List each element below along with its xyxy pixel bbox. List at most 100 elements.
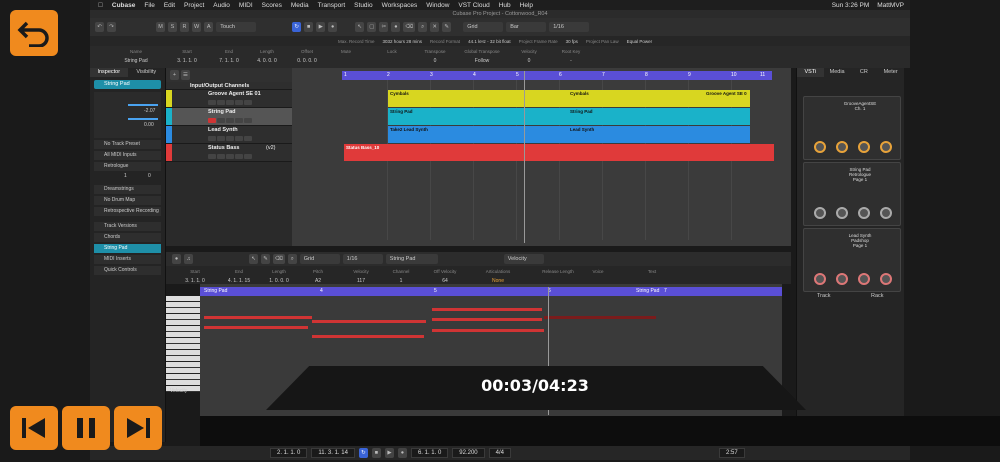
tempo-display[interactable]: 92.200 xyxy=(452,448,485,458)
quantize-select[interactable]: 1/16 xyxy=(549,22,590,32)
transport-cycle-button[interactable]: ↻ xyxy=(358,448,368,458)
volume-slider[interactable] xyxy=(128,104,158,106)
editor-erase-tool[interactable]: ⌫ xyxy=(273,254,285,264)
midi-part[interactable]: String Pad xyxy=(388,108,568,125)
next-button[interactable] xyxy=(114,406,162,450)
menu-midi[interactable]: MIDI xyxy=(239,2,253,9)
bank-value[interactable]: 0 xyxy=(148,173,151,179)
undo-button[interactable]: ↶ xyxy=(95,22,104,32)
tab-meter[interactable]: Meter xyxy=(877,68,904,77)
lead-knob-3[interactable] xyxy=(858,273,870,285)
track-row[interactable]: Groove Agent SE 01 xyxy=(166,90,292,108)
midi-part[interactable]: Take2 Lead Synth xyxy=(388,126,568,143)
user-name[interactable]: MattMVP xyxy=(877,2,904,9)
write-toggle[interactable]: W xyxy=(192,22,202,32)
instrument-slot[interactable]: String Pad Retrologue Page 1 xyxy=(803,162,901,226)
midi-note[interactable] xyxy=(432,318,542,321)
drum-map-select[interactable]: No Drum Map xyxy=(94,196,161,205)
tab-vsti[interactable]: VSTi xyxy=(797,68,824,77)
track-buttons[interactable] xyxy=(208,154,252,159)
right-locator[interactable]: 11. 3. 1. 14 xyxy=(311,448,355,458)
info-mute[interactable]: Mute xyxy=(334,49,358,58)
read-toggle[interactable]: R xyxy=(180,22,189,32)
automation-toggle[interactable]: A xyxy=(204,22,214,32)
track-row-selected[interactable]: String Pad xyxy=(166,108,292,126)
info-start[interactable]: Start 3. 1. 1. 0 xyxy=(170,49,204,64)
retrospective-recording[interactable]: Retrospective Recording xyxy=(94,207,161,216)
solo-toggle[interactable]: S xyxy=(168,22,177,32)
menu-vst-cloud[interactable]: VST Cloud xyxy=(458,2,489,9)
split-tool[interactable]: ✂ xyxy=(379,22,389,32)
automation-mode-select[interactable]: Touch xyxy=(216,22,257,32)
track-row[interactable]: Status Bass (v2) xyxy=(166,144,292,162)
pan-knob[interactable] xyxy=(836,141,848,153)
midi-note[interactable] xyxy=(432,308,542,311)
tab-media[interactable]: Media xyxy=(824,68,851,77)
midi-note[interactable] xyxy=(432,329,544,332)
editor-ruler[interactable]: String Pad 4 5 6 String Pad 7 xyxy=(200,287,782,296)
pan-slider[interactable] xyxy=(128,118,158,120)
attack-knob[interactable] xyxy=(858,207,870,219)
stop-button[interactable]: ■ xyxy=(304,22,314,32)
editor-zoom-tool[interactable]: ⌕ xyxy=(287,254,297,264)
inspector-track-name[interactable]: String Pad xyxy=(94,80,161,89)
draw-tool[interactable]: ✎ xyxy=(442,22,452,32)
info-transpose[interactable]: Transpose 0 xyxy=(420,49,450,64)
menu-hub[interactable]: Hub xyxy=(499,2,511,9)
track-buttons[interactable] xyxy=(208,100,252,105)
resonance-knob[interactable] xyxy=(836,207,848,219)
info-name[interactable]: Name String Pad xyxy=(116,49,156,64)
channel-value[interactable]: 1 xyxy=(124,173,127,179)
transport-record-button[interactable]: ● xyxy=(397,448,407,458)
filter-knob[interactable] xyxy=(814,207,826,219)
mute-toggle[interactable]: M xyxy=(156,22,165,32)
midi-part[interactable]: Cymbals xyxy=(388,90,568,107)
editor-part-select[interactable]: String Pad xyxy=(385,254,438,264)
midi-note[interactable] xyxy=(312,335,424,338)
track-preset[interactable]: No Track Preset xyxy=(94,140,161,149)
midi-note[interactable] xyxy=(312,320,426,323)
piano-keyboard[interactable] xyxy=(166,296,200,392)
menu-file[interactable]: File xyxy=(144,2,154,9)
menu-transport[interactable]: Transport xyxy=(318,2,346,9)
midi-note[interactable] xyxy=(204,316,312,319)
program-select[interactable]: Dreamstrings xyxy=(94,185,161,194)
info-root-key[interactable]: Root Key - xyxy=(556,49,586,64)
object-select-tool[interactable]: ↖ xyxy=(355,22,365,32)
section-string-pad[interactable]: String Pad xyxy=(94,244,161,253)
tab-visibility[interactable]: Visibility xyxy=(128,68,166,77)
rack-track-button[interactable]: Track xyxy=(817,293,831,299)
midi-part[interactable]: String Pad xyxy=(568,108,750,125)
info-velocity[interactable]: Velocity 0 xyxy=(514,49,544,64)
mute-knob[interactable] xyxy=(858,141,870,153)
rack-rack-button[interactable]: Rack xyxy=(871,293,884,299)
app-menu[interactable]: Cubase xyxy=(112,2,135,9)
tab-cr[interactable]: CR xyxy=(851,68,878,77)
add-track-button[interactable]: + xyxy=(170,70,179,80)
midi-part[interactable]: Groove Agent SE 0 xyxy=(704,90,750,107)
solo-editor-button[interactable]: ● xyxy=(172,254,181,264)
acoustic-feedback-button[interactable]: ♫ xyxy=(184,254,193,264)
zoom-tool[interactable]: ⌕ xyxy=(418,22,428,32)
time-display[interactable]: 2:57 xyxy=(719,448,745,458)
menu-studio[interactable]: Studio xyxy=(354,2,372,9)
editor-select-tool[interactable]: ↖ xyxy=(249,254,258,264)
section-quick-controls[interactable]: Quick Controls xyxy=(94,266,161,275)
grid-unit-select[interactable]: Bar xyxy=(506,22,547,32)
redo-button[interactable]: ↷ xyxy=(107,22,116,32)
left-locator[interactable]: 2. 1. 1. 0 xyxy=(270,448,308,458)
pause-button[interactable] xyxy=(62,406,110,450)
menu-audio[interactable]: Audio xyxy=(213,2,230,9)
midi-note[interactable] xyxy=(544,316,656,319)
transport-position[interactable]: 6. 1. 1. 0 xyxy=(410,448,449,458)
transport-stop-button[interactable]: ■ xyxy=(371,448,381,458)
video-progress-strip[interactable] xyxy=(200,416,1000,446)
project-cursor[interactable] xyxy=(524,71,525,243)
midi-note[interactable] xyxy=(204,326,308,329)
track-buttons[interactable] xyxy=(208,136,252,141)
glue-tool[interactable]: ● xyxy=(391,22,401,32)
info-end[interactable]: End 7. 1. 1. 0 xyxy=(212,49,246,64)
track-row[interactable]: Lead Synth xyxy=(166,126,292,144)
signature-display[interactable]: 4/4 xyxy=(488,448,511,458)
back-button[interactable] xyxy=(10,10,58,56)
